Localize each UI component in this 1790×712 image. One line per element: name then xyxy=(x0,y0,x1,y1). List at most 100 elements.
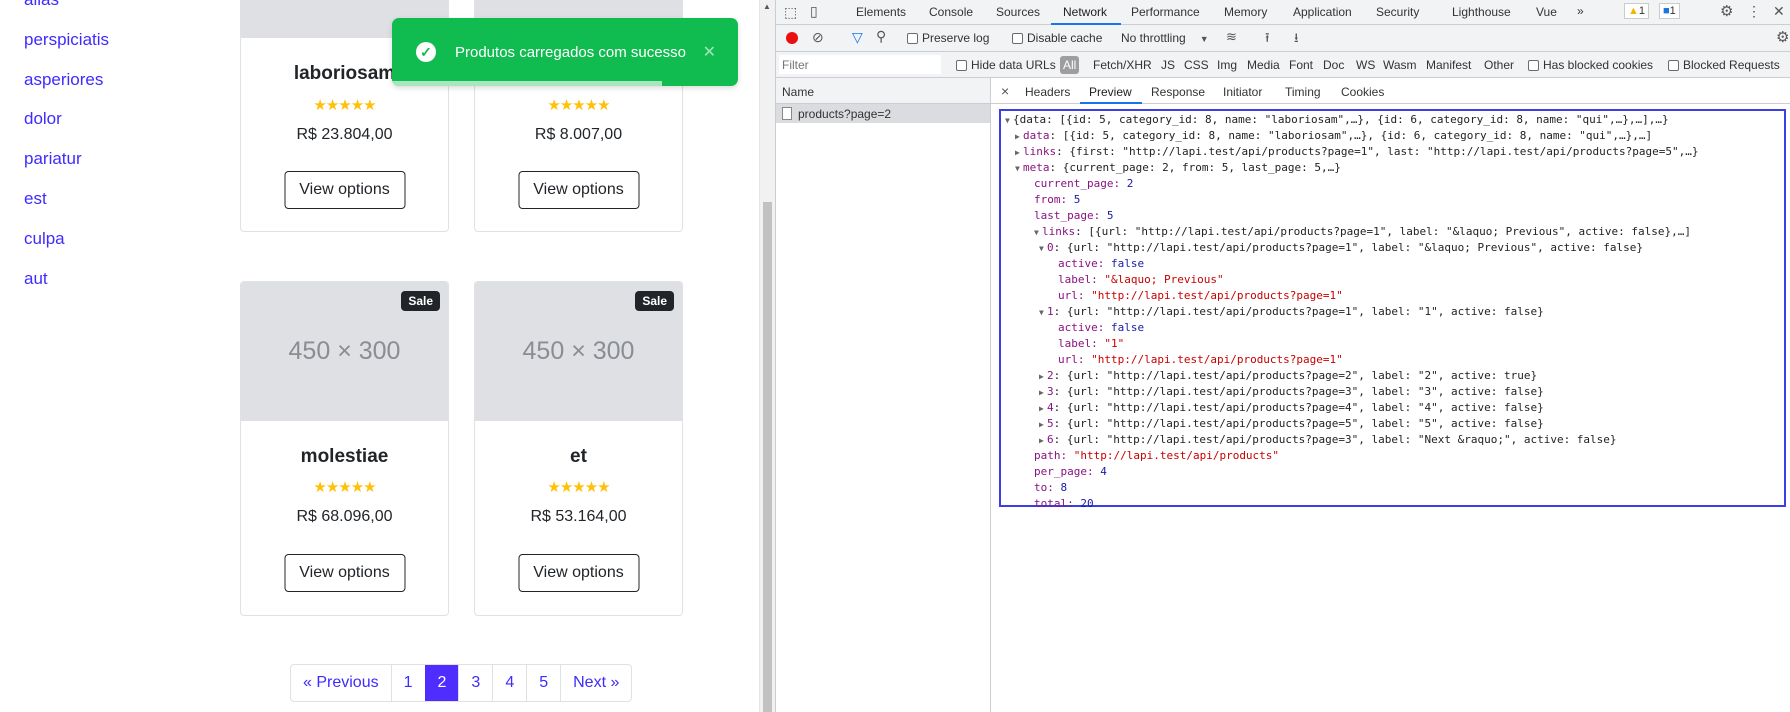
tree-node[interactable]: ▶ data: [{id: 5, category_id: 8, name: "l… xyxy=(1015,128,1652,144)
tree-node[interactable]: ▼ links: [{url: "http://lapi.test/api/pro… xyxy=(1034,224,1691,240)
category-link[interactable]: asperiores xyxy=(24,70,103,90)
tree-node[interactable]: ▶ links: {first: "http://lapi.test/api/pr… xyxy=(1015,144,1699,160)
caret-down-icon[interactable]: ▼ xyxy=(1015,161,1023,177)
caret-right-icon[interactable]: ▶ xyxy=(1039,417,1047,433)
filter-type-js[interactable]: JS xyxy=(1161,58,1175,72)
filter-type-fetch-xhr[interactable]: Fetch/XHR xyxy=(1093,58,1152,72)
tab-application[interactable]: Application xyxy=(1293,5,1352,19)
tab-response[interactable]: Response xyxy=(1151,85,1205,99)
tab-performance[interactable]: Performance xyxy=(1131,5,1200,19)
network-conditions-icon[interactable]: ≋ xyxy=(1226,29,1237,45)
name-column-header[interactable]: Name xyxy=(776,78,990,104)
filter-type-img[interactable]: Img xyxy=(1217,58,1237,72)
page-scrollbar[interactable]: ▲ xyxy=(759,0,775,712)
tab-network[interactable]: Network xyxy=(1063,5,1107,19)
filter-type-wasm[interactable]: Wasm xyxy=(1383,58,1417,72)
view-options-button[interactable]: View options xyxy=(284,171,405,209)
tab-lighthouse[interactable]: Lighthouse xyxy=(1452,5,1511,19)
blocked-requests-checkbox[interactable]: Blocked Requests xyxy=(1668,58,1780,72)
page-next[interactable]: Next » xyxy=(560,665,631,701)
preserve-log-checkbox[interactable]: Preserve log xyxy=(907,31,989,45)
tree-node[interactable]: ▶ 2: {url: "http://lapi.test/api/products… xyxy=(1039,368,1537,384)
filter-type-other[interactable]: Other xyxy=(1484,58,1514,72)
page-previous[interactable]: « Previous xyxy=(291,665,391,701)
messages-badge[interactable]: ■1 xyxy=(1659,3,1680,19)
network-settings-icon[interactable]: ⚙ xyxy=(1776,28,1789,46)
tree-node[interactable]: ▼ meta: {current_page: 2, from: 5, last_p… xyxy=(1015,160,1341,176)
caret-down-icon[interactable]: ▼ xyxy=(1034,225,1042,241)
inspect-element-icon[interactable]: ⬚ xyxy=(784,4,797,21)
more-tabs-button[interactable]: » xyxy=(1577,4,1584,18)
view-options-button[interactable]: View options xyxy=(518,554,639,592)
caret-down-icon[interactable]: ▼ xyxy=(1039,241,1047,257)
tab-headers[interactable]: Headers xyxy=(1025,85,1070,99)
tree-node[interactable]: ▼ 1: {url: "http://lapi.test/api/products… xyxy=(1039,304,1544,320)
category-link[interactable]: dolor xyxy=(24,109,62,129)
view-options-button[interactable]: View options xyxy=(284,554,405,592)
page-1[interactable]: 1 xyxy=(390,665,425,701)
filter-icon[interactable]: ▽ xyxy=(852,29,863,46)
clear-icon[interactable]: ⊘ xyxy=(812,29,824,46)
category-link[interactable]: culpa xyxy=(24,229,65,249)
scroll-up-icon[interactable]: ▲ xyxy=(763,2,771,11)
view-options-button[interactable]: View options xyxy=(518,171,639,209)
import-har-icon[interactable]: ⭱ xyxy=(1265,29,1270,51)
caret-right-icon[interactable]: ▶ xyxy=(1039,433,1047,449)
filter-type-doc[interactable]: Doc xyxy=(1323,58,1344,72)
close-devtools-icon[interactable]: ✕ xyxy=(1773,3,1785,20)
caret-down-icon[interactable]: ▼ xyxy=(1039,305,1047,321)
category-link[interactable]: pariatur xyxy=(24,149,82,169)
caret-right-icon[interactable]: ▶ xyxy=(1015,145,1023,161)
tab-vue[interactable]: Vue xyxy=(1536,5,1557,19)
close-detail-button[interactable]: × xyxy=(1001,83,1009,99)
tab-timing[interactable]: Timing xyxy=(1285,85,1321,99)
tab-security[interactable]: Security xyxy=(1376,5,1419,19)
caret-right-icon[interactable]: ▶ xyxy=(1039,385,1047,401)
hide-data-urls-checkbox[interactable]: Hide data URLs xyxy=(956,58,1056,72)
throttling-select[interactable]: No throttling ▼ xyxy=(1121,31,1209,45)
tree-node[interactable]: ▶ 3: {url: "http://lapi.test/api/products… xyxy=(1039,384,1544,400)
caret-right-icon[interactable]: ▶ xyxy=(1039,369,1047,385)
category-link[interactable]: est xyxy=(24,189,47,209)
tree-node[interactable]: ▼ {data: [{id: 5, category_id: 8, name: "… xyxy=(1005,112,1669,128)
filter-type-manifest[interactable]: Manifest xyxy=(1426,58,1471,72)
search-icon[interactable]: ⚲ xyxy=(876,28,886,45)
filter-input[interactable] xyxy=(779,55,941,74)
filter-type-css[interactable]: CSS xyxy=(1184,58,1209,72)
tab-sources[interactable]: Sources xyxy=(996,5,1040,19)
tree-node[interactable]: ▶ 6: {url: "http://lapi.test/api/products… xyxy=(1039,432,1617,448)
tab-console[interactable]: Console xyxy=(929,5,973,19)
device-toolbar-icon[interactable]: ▯ xyxy=(810,3,818,20)
tab-preview[interactable]: Preview xyxy=(1089,85,1132,99)
tab-memory[interactable]: Memory xyxy=(1224,5,1267,19)
record-icon[interactable] xyxy=(786,32,798,44)
filter-type-all[interactable]: All xyxy=(1060,56,1080,74)
page-5[interactable]: 5 xyxy=(526,665,560,701)
category-link[interactable]: alias xyxy=(24,0,59,10)
disable-cache-checkbox[interactable]: Disable cache xyxy=(1012,31,1102,45)
page-4[interactable]: 4 xyxy=(492,665,526,701)
tree-node[interactable]: ▼ 0: {url: "http://lapi.test/api/products… xyxy=(1039,240,1643,256)
caret-right-icon[interactable]: ▶ xyxy=(1015,129,1023,145)
tab-elements[interactable]: Elements xyxy=(856,5,906,19)
close-icon[interactable]: ✕ xyxy=(703,42,716,62)
settings-gear-icon[interactable]: ⚙ xyxy=(1720,2,1733,20)
category-link[interactable]: perspiciatis xyxy=(24,30,109,50)
more-options-icon[interactable]: ⋮ xyxy=(1747,3,1761,20)
category-link[interactable]: aut xyxy=(24,269,48,289)
filter-type-font[interactable]: Font xyxy=(1289,58,1313,72)
has-blocked-cookies-checkbox[interactable]: Has blocked cookies xyxy=(1528,58,1653,72)
filter-type-media[interactable]: Media xyxy=(1247,58,1280,72)
export-har-icon[interactable]: ⭳ xyxy=(1294,29,1299,51)
caret-right-icon[interactable]: ▶ xyxy=(1039,401,1047,417)
tree-node[interactable]: ▶ 4: {url: "http://lapi.test/api/products… xyxy=(1039,400,1544,416)
tab-initiator[interactable]: Initiator xyxy=(1223,85,1262,99)
warnings-badge[interactable]: ▲1 xyxy=(1624,3,1650,19)
tab-cookies[interactable]: Cookies xyxy=(1341,85,1384,99)
page-2[interactable]: 2 xyxy=(424,665,459,701)
caret-down-icon[interactable]: ▼ xyxy=(1005,113,1013,129)
request-row[interactable]: products?page=2 xyxy=(776,104,990,123)
page-3[interactable]: 3 xyxy=(458,665,492,701)
filter-type-ws[interactable]: WS xyxy=(1356,58,1375,72)
scrollbar-thumb[interactable] xyxy=(763,202,772,712)
